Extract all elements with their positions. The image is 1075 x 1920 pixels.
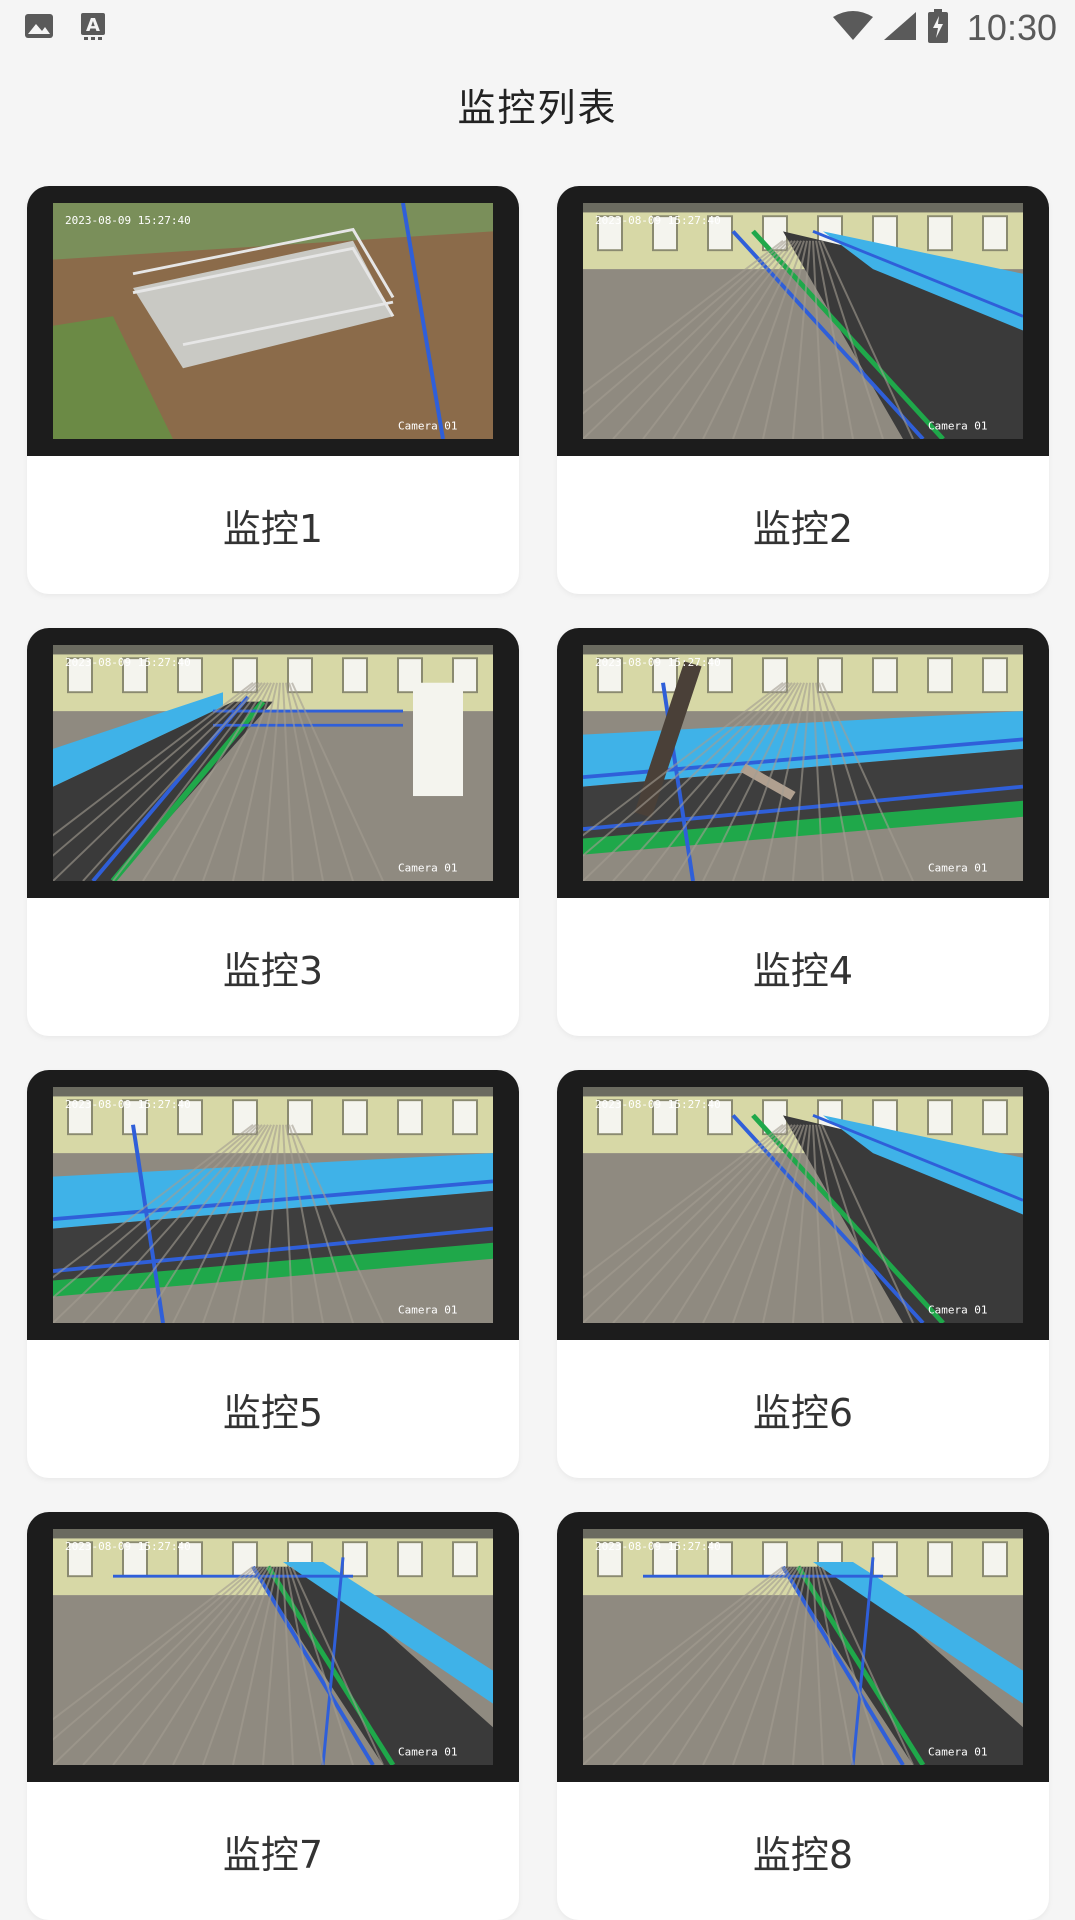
- camera-feed-image: 2023-08-09 15:27:40 Camera 01: [583, 203, 1023, 439]
- svg-text:Camera 01: Camera 01: [928, 862, 988, 875]
- battery-charging-icon: [927, 9, 949, 47]
- camera-label: 监控7: [222, 1832, 324, 1877]
- wifi-icon: [832, 11, 873, 45]
- camera-label: 监控2: [752, 506, 854, 551]
- camera-card-2[interactable]: 2023-08-09 15:27:40 Camera 01 监控2: [557, 186, 1049, 594]
- svg-text:Camera 01: Camera 01: [398, 1746, 458, 1759]
- camera-feed-image: 2023-08-09 15:27:40 Camera 01: [53, 203, 493, 439]
- camera-label: 监控1: [222, 506, 324, 551]
- svg-text:2023-08-09 15:27:40: 2023-08-09 15:27:40: [595, 214, 721, 227]
- camera-thumbnail: 2023-08-09 15:27:40 Camera 01: [557, 186, 1049, 456]
- camera-card-7[interactable]: 2023-08-09 15:27:40 Camera 01 监控7: [27, 1512, 519, 1920]
- camera-thumbnail: 2023-08-09 15:27:40 Camera 01: [27, 1070, 519, 1340]
- svg-text:2023-08-09 15:27:40: 2023-08-09 15:27:40: [65, 656, 191, 669]
- keyboard-a-icon: A: [80, 12, 106, 44]
- camera-thumbnail: 2023-08-09 15:27:40 Camera 01: [27, 1512, 519, 1782]
- camera-feed-image: 2023-08-09 15:27:40 Camera 01: [53, 1529, 493, 1765]
- svg-text:Camera 01: Camera 01: [928, 420, 988, 433]
- camera-thumbnail: 2023-08-09 15:27:40 Camera 01: [27, 186, 519, 456]
- svg-text:2023-08-09 15:27:40: 2023-08-09 15:27:40: [595, 1098, 721, 1111]
- camera-label: 监控5: [222, 1390, 324, 1435]
- svg-text:2023-08-09 15:27:40: 2023-08-09 15:27:40: [65, 214, 191, 227]
- camera-label: 监控8: [752, 1832, 854, 1877]
- status-bar: A 10:30: [0, 0, 1075, 56]
- camera-card-1[interactable]: 2023-08-09 15:27:40 Camera 01 监控1: [27, 186, 519, 594]
- app-bar: 监控列表: [0, 56, 1075, 152]
- camera-label: 监控6: [752, 1390, 854, 1435]
- camera-feed-image: 2023-08-09 15:27:40 Camera 01: [53, 1087, 493, 1323]
- camera-card-6[interactable]: 2023-08-09 15:27:40 Camera 01 监控6: [557, 1070, 1049, 1478]
- svg-text:A: A: [86, 15, 100, 36]
- camera-feed-image: 2023-08-09 15:27:40 Camera 01: [583, 1087, 1023, 1323]
- camera-label: 监控3: [222, 948, 324, 993]
- camera-feed-image: 2023-08-09 15:27:40 Camera 01: [53, 645, 493, 881]
- camera-label: 监控4: [752, 948, 854, 993]
- camera-feed-image: 2023-08-09 15:27:40 Camera 01: [583, 645, 1023, 881]
- svg-text:Camera 01: Camera 01: [398, 862, 458, 875]
- svg-text:2023-08-09 15:27:40: 2023-08-09 15:27:40: [595, 1540, 721, 1553]
- camera-card-8[interactable]: 2023-08-09 15:27:40 Camera 01 监控8: [557, 1512, 1049, 1920]
- signal-icon: [883, 11, 917, 45]
- camera-thumbnail: 2023-08-09 15:27:40 Camera 01: [557, 1512, 1049, 1782]
- svg-text:Camera 01: Camera 01: [398, 420, 458, 433]
- svg-text:Camera 01: Camera 01: [398, 1304, 458, 1317]
- camera-thumbnail: 2023-08-09 15:27:40 Camera 01: [557, 1070, 1049, 1340]
- camera-feed-image: 2023-08-09 15:27:40 Camera 01: [583, 1529, 1023, 1765]
- camera-card-3[interactable]: 2023-08-09 15:27:40 Camera 01 监控3: [27, 628, 519, 1036]
- image-icon: [24, 13, 54, 43]
- svg-text:Camera 01: Camera 01: [928, 1746, 988, 1759]
- clock-time: 10:30: [966, 7, 1057, 48]
- camera-thumbnail: 2023-08-09 15:27:40 Camera 01: [27, 628, 519, 898]
- svg-text:2023-08-09 15:27:40: 2023-08-09 15:27:40: [65, 1540, 191, 1553]
- page-title: 监控列表: [457, 85, 618, 130]
- svg-text:2023-08-09 15:27:40: 2023-08-09 15:27:40: [65, 1098, 191, 1111]
- svg-text:Camera 01: Camera 01: [928, 1304, 988, 1317]
- camera-card-4[interactable]: 2023-08-09 15:27:40 Camera 01 监控4: [557, 628, 1049, 1036]
- svg-text:2023-08-09 15:27:40: 2023-08-09 15:27:40: [595, 656, 721, 669]
- camera-card-5[interactable]: 2023-08-09 15:27:40 Camera 01 监控5: [27, 1070, 519, 1478]
- camera-thumbnail: 2023-08-09 15:27:40 Camera 01: [557, 628, 1049, 898]
